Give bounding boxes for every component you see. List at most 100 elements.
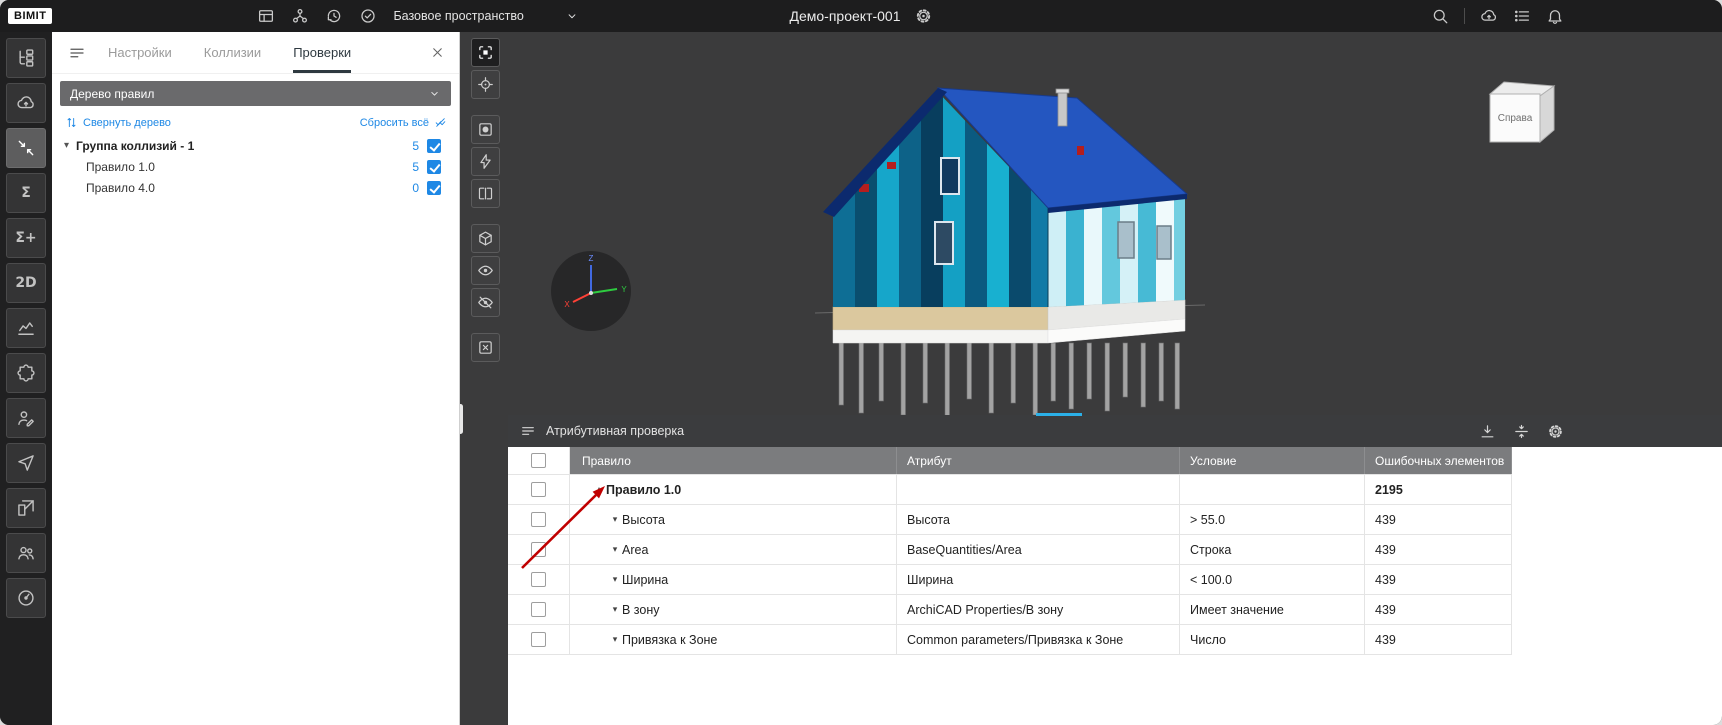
table-row[interactable]: ▾AreaBaseQuantities/AreaСтрока439	[508, 535, 1512, 565]
row-select-cell	[508, 565, 570, 594]
rule-cell: ▾Высота	[570, 505, 897, 534]
view-cube-face-label: Справа	[1498, 113, 1533, 124]
tree-node[interactable]: ▾Группа коллизий - 15	[52, 135, 459, 156]
tool-select-area[interactable]	[471, 38, 500, 67]
topbar-right-icons	[1431, 7, 1564, 25]
cloud-sync-icon[interactable]	[1480, 7, 1498, 25]
rail-dashboard[interactable]	[6, 578, 46, 618]
expand-collapse-icon[interactable]: ▾	[64, 140, 76, 151]
history-icon[interactable]	[325, 7, 343, 25]
list-menu-icon[interactable]	[1513, 7, 1531, 25]
export-model-icon	[16, 498, 36, 518]
select-all-checkbox[interactable]	[531, 453, 546, 468]
reset-all-link[interactable]: Сбросить всё	[360, 116, 447, 129]
condition-cell: < 100.0	[1180, 565, 1365, 594]
rail-chart[interactable]	[6, 308, 46, 348]
expand-icon[interactable]: ▾	[608, 634, 622, 645]
select-all-cell	[508, 447, 570, 474]
table-row[interactable]: ▾ВысотаВысота> 55.0439	[508, 505, 1512, 535]
left-panel: НастройкиКоллизииПроверки Дерево правил …	[52, 32, 460, 725]
rail-user-edit[interactable]	[6, 398, 46, 438]
load-results-icon[interactable]	[1479, 423, 1496, 440]
row-checkbox[interactable]	[531, 632, 546, 647]
tree-node-label: Группа коллизий - 1	[76, 139, 194, 153]
table-row[interactable]: ▾Привязка к ЗонеCommon parameters/Привяз…	[508, 625, 1512, 655]
viewport-3d[interactable]: Z Y X	[460, 32, 1722, 725]
bottom-panel-drag-handle[interactable]	[1036, 413, 1082, 416]
tool-isolate[interactable]	[471, 224, 500, 253]
rules-tree-header[interactable]: Дерево правил	[60, 81, 451, 106]
bell-icon[interactable]	[1546, 7, 1564, 25]
clear-selection-icon	[477, 339, 494, 356]
expand-icon[interactable]: ▾	[608, 604, 622, 615]
rail-export-model[interactable]	[6, 488, 46, 528]
rail-navigate[interactable]	[6, 443, 46, 483]
workspace-select-value: Базовое пространство	[393, 9, 523, 23]
table-row[interactable]: ▴Правило 1.02195	[508, 475, 1512, 505]
panel-menu-icon[interactable]	[68, 44, 86, 62]
tool-section[interactable]	[471, 179, 500, 208]
collapse-icon[interactable]: ▴	[592, 484, 606, 495]
rail-plugins[interactable]	[6, 353, 46, 393]
tool-show[interactable]	[471, 256, 500, 285]
workspace-select[interactable]: Базовое пространство	[393, 9, 579, 23]
render-mode-icon	[477, 121, 494, 138]
tree-node[interactable]: Правило 4.00	[52, 177, 459, 198]
axis-gizmo[interactable]: Z Y X	[550, 250, 632, 337]
rail-cloud-sync[interactable]	[6, 83, 46, 123]
user-edit-icon	[16, 408, 36, 428]
rail-sum[interactable]: Σ	[6, 173, 46, 213]
tool-quick-select[interactable]	[471, 147, 500, 176]
reset-all-label: Сбросить всё	[360, 117, 429, 129]
gear-icon[interactable]	[1547, 423, 1564, 440]
rail-clash-detection[interactable]	[6, 128, 46, 168]
toolbar-group	[471, 224, 500, 317]
tree-node-checkbox[interactable]	[427, 160, 441, 174]
panel-resize-handle[interactable]	[460, 404, 463, 434]
tool-hide[interactable]	[471, 288, 500, 317]
row-checkbox[interactable]	[531, 542, 546, 557]
expand-icon[interactable]: ▾	[608, 514, 622, 525]
fit-rows-icon[interactable]	[1513, 423, 1530, 440]
rail-model-tree[interactable]	[6, 38, 46, 78]
panel-close-icon[interactable]	[430, 45, 445, 60]
tool-clear-selection[interactable]	[471, 333, 500, 362]
tab-collisions[interactable]: Коллизии	[204, 32, 261, 73]
tree-node-checkbox[interactable]	[427, 181, 441, 195]
topbar-divider	[1464, 8, 1465, 24]
layout-icon[interactable]	[257, 7, 275, 25]
row-checkbox[interactable]	[531, 482, 546, 497]
model-tree-icon	[16, 48, 36, 68]
collapse-tree-label: Свернуть дерево	[83, 117, 171, 129]
table-row[interactable]: ▾В зонуArchiCAD Properties/В зонуИмеет з…	[508, 595, 1512, 625]
tab-checks[interactable]: Проверки	[293, 32, 351, 73]
approve-icon[interactable]	[359, 7, 377, 25]
model-3d-house[interactable]	[815, 72, 1205, 422]
search-icon[interactable]	[1431, 7, 1449, 25]
collapse-tree-link[interactable]: Свернуть дерево	[65, 116, 171, 129]
row-checkbox[interactable]	[531, 602, 546, 617]
tool-focus[interactable]	[471, 70, 500, 99]
rail-users[interactable]	[6, 533, 46, 573]
tree-node[interactable]: Правило 1.05	[52, 156, 459, 177]
row-checkbox[interactable]	[531, 512, 546, 527]
row-select-cell	[508, 595, 570, 624]
tab-settings[interactable]: Настройки	[108, 32, 172, 73]
clash-detection-icon	[16, 138, 36, 158]
expand-icon[interactable]: ▾	[608, 574, 622, 585]
app-logo[interactable]: BIMIT	[8, 8, 52, 24]
rail-sum-add[interactable]: Σ+	[6, 218, 46, 258]
rail-view-2d[interactable]: 2D	[6, 263, 46, 303]
row-checkbox[interactable]	[531, 572, 546, 587]
expand-icon[interactable]: ▾	[608, 544, 622, 555]
project-settings-icon[interactable]	[915, 7, 933, 25]
bottom-panel-menu-icon[interactable]	[520, 423, 536, 439]
org-structure-icon[interactable]	[291, 7, 309, 25]
tree-node-checkbox[interactable]	[427, 139, 441, 153]
view-cube[interactable]: Справа	[1482, 74, 1560, 159]
tool-render-mode[interactable]	[471, 115, 500, 144]
table-row[interactable]: ▾ШиринаШирина< 100.0439	[508, 565, 1512, 595]
chevron-down-icon	[428, 87, 441, 100]
project-title-wrap: Демо-проект-001	[790, 7, 933, 25]
condition-cell: Имеет значение	[1180, 595, 1365, 624]
